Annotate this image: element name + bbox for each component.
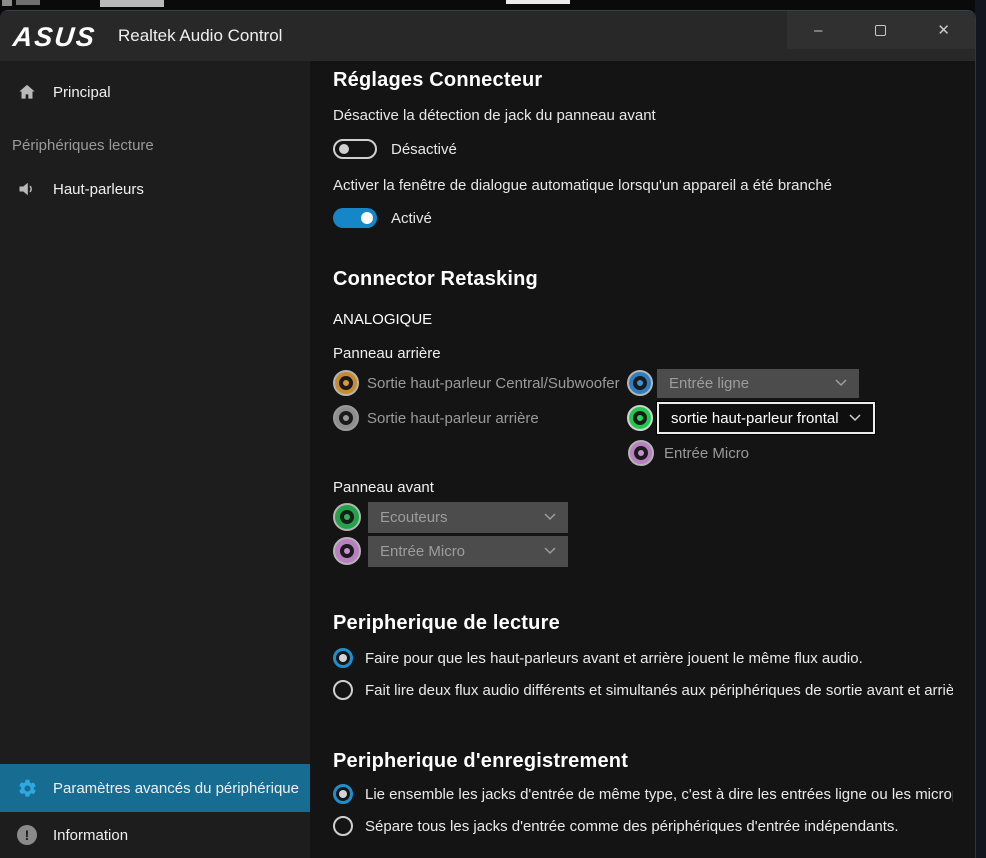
screen: ASUS Realtek Audio Control – ✕ Principal…: [0, 0, 986, 858]
jack-label: Entrée Micro: [664, 445, 749, 462]
jack-purple-icon: [628, 440, 654, 466]
radio-label: Sépare tous les jacks d'entrée comme des…: [365, 818, 899, 835]
toggle-jack-detection-label: Désactive la détection de jack du pannea…: [333, 107, 656, 124]
jack-blue-icon: [627, 370, 653, 396]
rear-row-1: Sortie haut-parleur Central/Subwoofer En…: [333, 368, 953, 398]
toggle-jack-detection-row: Désactivé: [333, 137, 457, 161]
jack-label: Sortie haut-parleur Central/Subwoofer: [367, 375, 627, 392]
analog-subtitle: ANALOGIQUE: [333, 311, 432, 328]
close-button[interactable]: ✕: [924, 15, 964, 45]
jack-orange-icon: [333, 370, 359, 396]
jack-label: Sortie haut-parleur arrière: [367, 410, 627, 427]
jack-purple-icon: [333, 537, 361, 565]
radio-tie-jacks[interactable]: Lie ensemble les jacks d'entrée de même …: [333, 783, 953, 805]
dropdown-line-in[interactable]: Entrée ligne: [657, 369, 859, 398]
minimize-button[interactable]: –: [798, 15, 838, 45]
sidebar-section-label: Périphériques lecture: [12, 137, 154, 154]
dropdown-mic-in[interactable]: Entrée Micro: [368, 536, 568, 567]
sidebar-item-speakers[interactable]: Haut-parleurs: [0, 167, 310, 211]
dropdown-value: Entrée Micro: [380, 543, 465, 560]
radio-separate-jacks[interactable]: Sépare tous les jacks d'entrée comme des…: [333, 815, 953, 837]
front-row-1: Ecouteurs: [333, 501, 733, 533]
radio-label: Lie ensemble les jacks d'entrée de même …: [365, 786, 953, 803]
rear-row-2: Sortie haut-parleur arrière sortie haut-…: [333, 401, 953, 435]
front-panel-label: Panneau avant: [333, 479, 434, 496]
background-window-fragment: [2, 0, 12, 6]
radio-label: Faire pour que les haut-parleurs avant e…: [365, 650, 863, 667]
background-window-fragment: [506, 0, 570, 4]
section-title-playback: Peripherique de lecture: [333, 612, 560, 635]
chevron-down-icon: [835, 379, 847, 387]
dropdown-value: sortie haut-parleur frontal: [671, 410, 839, 427]
radio-selected-icon: [333, 784, 353, 804]
jack-green-icon: [333, 503, 361, 531]
background-window-fragment: [16, 0, 40, 5]
jack-green-icon: [627, 405, 653, 431]
chevron-down-icon: [544, 547, 556, 555]
radio-selected-icon: [333, 648, 353, 668]
toggle-popup-dialog-row: Activé: [333, 206, 432, 230]
front-row-2: Entrée Micro: [333, 535, 733, 567]
toggle-knob: [361, 212, 373, 224]
section-title-recording: Peripherique d'enregistrement: [333, 750, 628, 773]
app-window: ASUS Realtek Audio Control – ✕ Principal…: [0, 10, 976, 858]
sidebar-item-principal[interactable]: Principal: [0, 70, 310, 114]
window-controls: – ✕: [787, 11, 975, 49]
rear-row-3: Entrée Micro: [628, 438, 948, 468]
radio-label: Fait lire deux flux audio différents et …: [365, 682, 953, 699]
toggle-jack-detection[interactable]: [333, 139, 377, 159]
speaker-icon: [16, 178, 38, 200]
sidebar-item-label: Principal: [53, 84, 111, 101]
sidebar: Principal Périphériques lecture Haut-par…: [0, 61, 310, 858]
toggle-state-label: Activé: [391, 210, 432, 227]
title-bar: ASUS Realtek Audio Control – ✕: [0, 11, 975, 61]
section-title-connector-settings: Réglages Connecteur: [333, 69, 542, 92]
chevron-down-icon: [849, 414, 861, 422]
toggle-popup-dialog-label: Activer la fenêtre de dialogue automatiq…: [333, 177, 832, 194]
main-content: Réglages Connecteur Désactive la détecti…: [310, 61, 975, 858]
window-title: Realtek Audio Control: [118, 26, 282, 46]
rear-panel-label: Panneau arrière: [333, 345, 441, 362]
sidebar-item-label: Haut-parleurs: [53, 181, 144, 198]
radio-same-stream[interactable]: Faire pour que les haut-parleurs avant e…: [333, 647, 953, 669]
radio-unselected-icon: [333, 816, 353, 836]
dropdown-value: Ecouteurs: [380, 509, 448, 526]
background-desktop-strip: [975, 0, 986, 858]
info-icon: !: [16, 824, 38, 846]
jack-gray-icon: [333, 405, 359, 431]
dropdown-value: Entrée ligne: [669, 375, 749, 392]
toggle-popup-dialog[interactable]: [333, 208, 377, 228]
maximize-icon: [875, 25, 886, 36]
home-icon: [16, 81, 38, 103]
chevron-down-icon: [544, 513, 556, 521]
asus-logo: ASUS: [11, 22, 97, 53]
sidebar-item-label: Paramètres avancés du périphérique: [53, 780, 299, 797]
section-title-connector-retasking: Connector Retasking: [333, 268, 538, 291]
sidebar-item-advanced-settings[interactable]: Paramètres avancés du périphérique: [0, 764, 310, 812]
toggle-knob: [339, 144, 349, 154]
toggle-state-label: Désactivé: [391, 141, 457, 158]
dropdown-front-speaker-out[interactable]: sortie haut-parleur frontal: [657, 402, 875, 434]
sidebar-item-information[interactable]: ! Information: [0, 812, 310, 858]
gear-icon: [16, 777, 38, 799]
sidebar-item-label: Information: [53, 827, 128, 844]
dropdown-headphones[interactable]: Ecouteurs: [368, 502, 568, 533]
background-window-fragment: [100, 0, 164, 7]
radio-unselected-icon: [333, 680, 353, 700]
maximize-button[interactable]: [861, 15, 901, 45]
radio-two-streams[interactable]: Fait lire deux flux audio différents et …: [333, 679, 953, 701]
